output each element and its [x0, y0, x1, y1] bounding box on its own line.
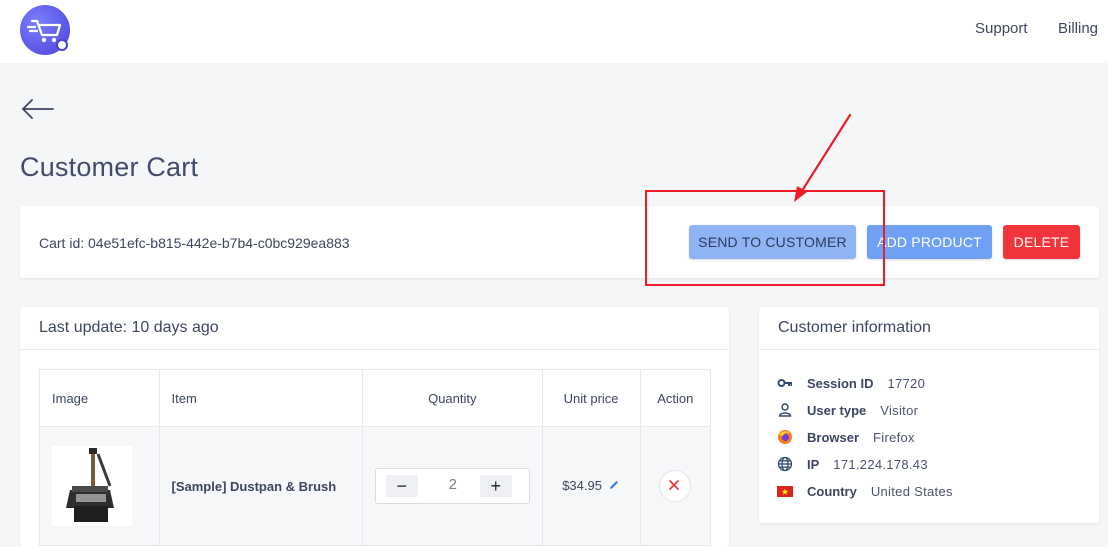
- customer-information-card: Customer information Session ID 17720 Us…: [759, 307, 1099, 523]
- product-image-cell: [39, 426, 160, 546]
- key-icon: [777, 375, 793, 391]
- unit-price-cell: $34.95: [541, 426, 641, 546]
- info-label: Browser: [807, 429, 860, 445]
- cart-logo-icon[interactable]: [20, 5, 70, 55]
- close-icon: [669, 480, 680, 490]
- column-header-item: Item: [158, 369, 364, 427]
- column-header-unit-price: Unit price: [541, 369, 641, 427]
- cart-items-table: Image Item Quantity Unit price Action [S…: [39, 369, 712, 546]
- last-update-text: Last update: 10 days ago: [39, 319, 219, 336]
- nav-billing-link[interactable]: Billing: [1058, 20, 1098, 37]
- info-label: User type: [807, 402, 867, 418]
- pencil-edit-icon[interactable]: [608, 479, 620, 494]
- cart-items-card: Last update: 10 days ago Image Item Quan…: [20, 307, 729, 547]
- info-row-session: Session ID 17720: [777, 374, 925, 392]
- info-label: Country: [807, 483, 857, 499]
- globe-icon: [777, 456, 793, 472]
- annotation-arrow-icon: [794, 113, 852, 202]
- items-card-header: Last update: 10 days ago: [20, 307, 729, 350]
- info-row-browser: Browser Firefox: [777, 428, 915, 446]
- nav-support-link[interactable]: Support: [975, 20, 1028, 37]
- cart-header-card: Cart id: 04e51efc-b815-442e-b7b4-c0bc929…: [20, 206, 1099, 278]
- info-value: Firefox: [873, 429, 915, 445]
- customer-info-header: Customer information: [759, 307, 1099, 350]
- info-row-user-type: User type Visitor: [777, 401, 918, 419]
- firefox-icon: [777, 429, 793, 445]
- info-value: United States: [870, 483, 953, 499]
- increase-quantity-button[interactable]: +: [479, 475, 512, 497]
- top-bar: Support Billing: [0, 0, 1108, 63]
- column-header-quantity: Quantity: [362, 369, 543, 427]
- customer-info-title: Customer information: [778, 319, 931, 336]
- back-arrow-icon[interactable]: [21, 97, 55, 121]
- info-value: Visitor: [880, 402, 919, 418]
- user-icon: [777, 402, 793, 418]
- quantity-value[interactable]: 2: [436, 476, 470, 493]
- column-header-image: Image: [39, 369, 160, 427]
- info-value: 171.224.178.43: [833, 456, 928, 472]
- quantity-stepper: − 2 +: [374, 468, 530, 504]
- delete-button[interactable]: DELETE: [1003, 225, 1080, 259]
- cart-id-text: Cart id: 04e51efc-b815-442e-b7b4-c0bc929…: [39, 235, 350, 251]
- info-value: 17720: [887, 375, 926, 391]
- decrease-quantity-button[interactable]: −: [385, 475, 418, 497]
- action-cell: [639, 426, 712, 546]
- remove-item-button[interactable]: [659, 470, 692, 502]
- product-name[interactable]: [Sample] Dustpan & Brush: [158, 426, 364, 546]
- add-product-button[interactable]: ADD PRODUCT: [867, 225, 992, 259]
- logo-status-dot: [56, 39, 68, 51]
- product-image[interactable]: [52, 446, 132, 526]
- unit-price-value: $34.95: [562, 477, 602, 493]
- info-label: IP: [807, 456, 820, 472]
- page-title: Customer Cart: [20, 152, 199, 182]
- info-row-country: Country United States: [777, 482, 953, 500]
- vietnam-flag-icon: [777, 483, 793, 499]
- column-header-action: Action: [639, 369, 712, 427]
- quantity-cell: − 2 +: [362, 426, 543, 546]
- info-label: Session ID: [807, 375, 874, 391]
- table-row: [Sample] Dustpan & Brush − 2 + $34.95: [39, 426, 712, 546]
- info-row-ip: IP 171.224.178.43: [777, 455, 928, 473]
